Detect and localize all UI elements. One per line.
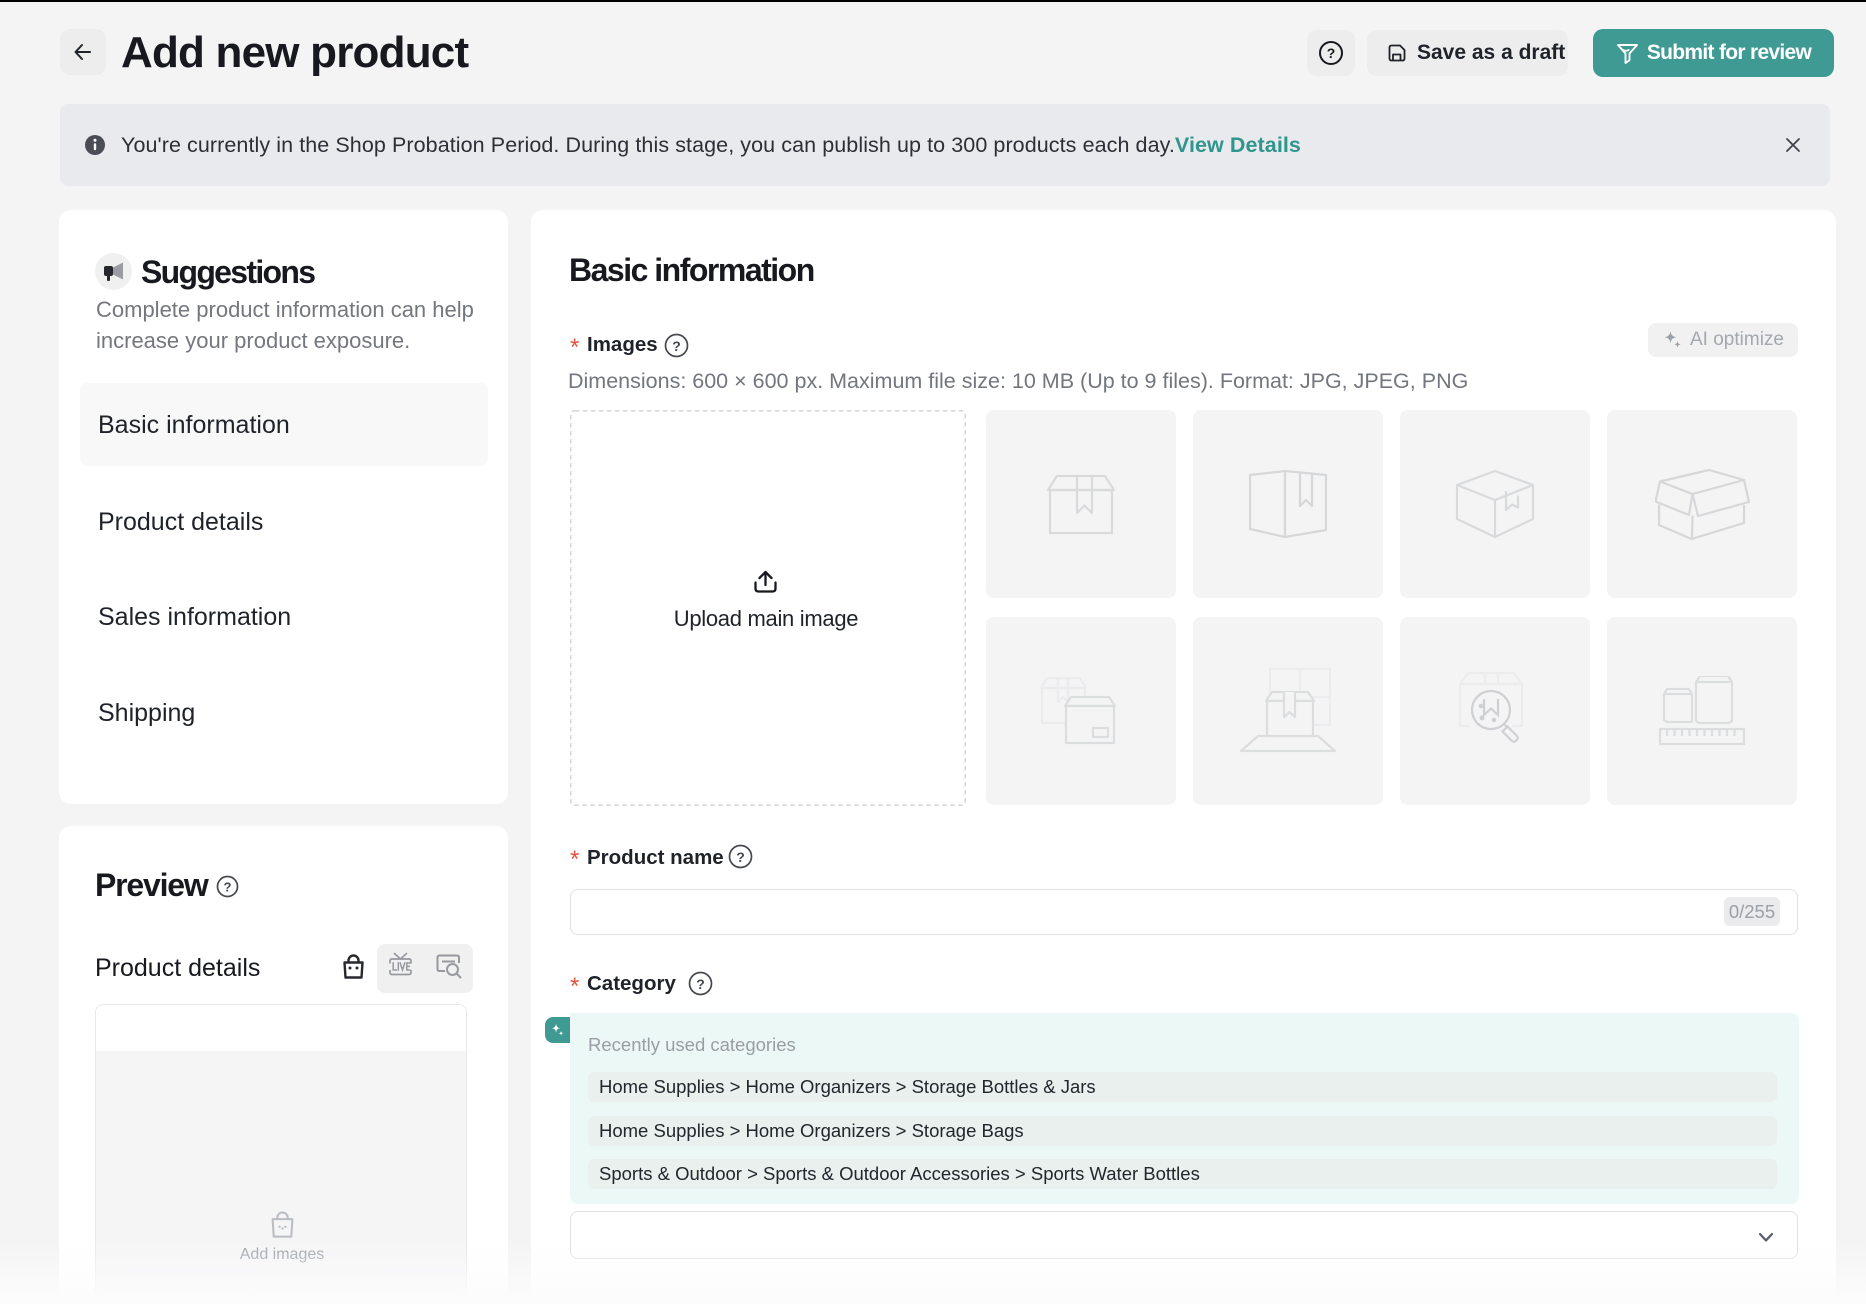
svg-text:?: ? xyxy=(736,849,745,865)
svg-text:?: ? xyxy=(1327,45,1336,61)
svg-text:?: ? xyxy=(224,880,232,895)
svg-text:?: ? xyxy=(696,976,705,992)
svg-text:?: ? xyxy=(672,338,681,354)
